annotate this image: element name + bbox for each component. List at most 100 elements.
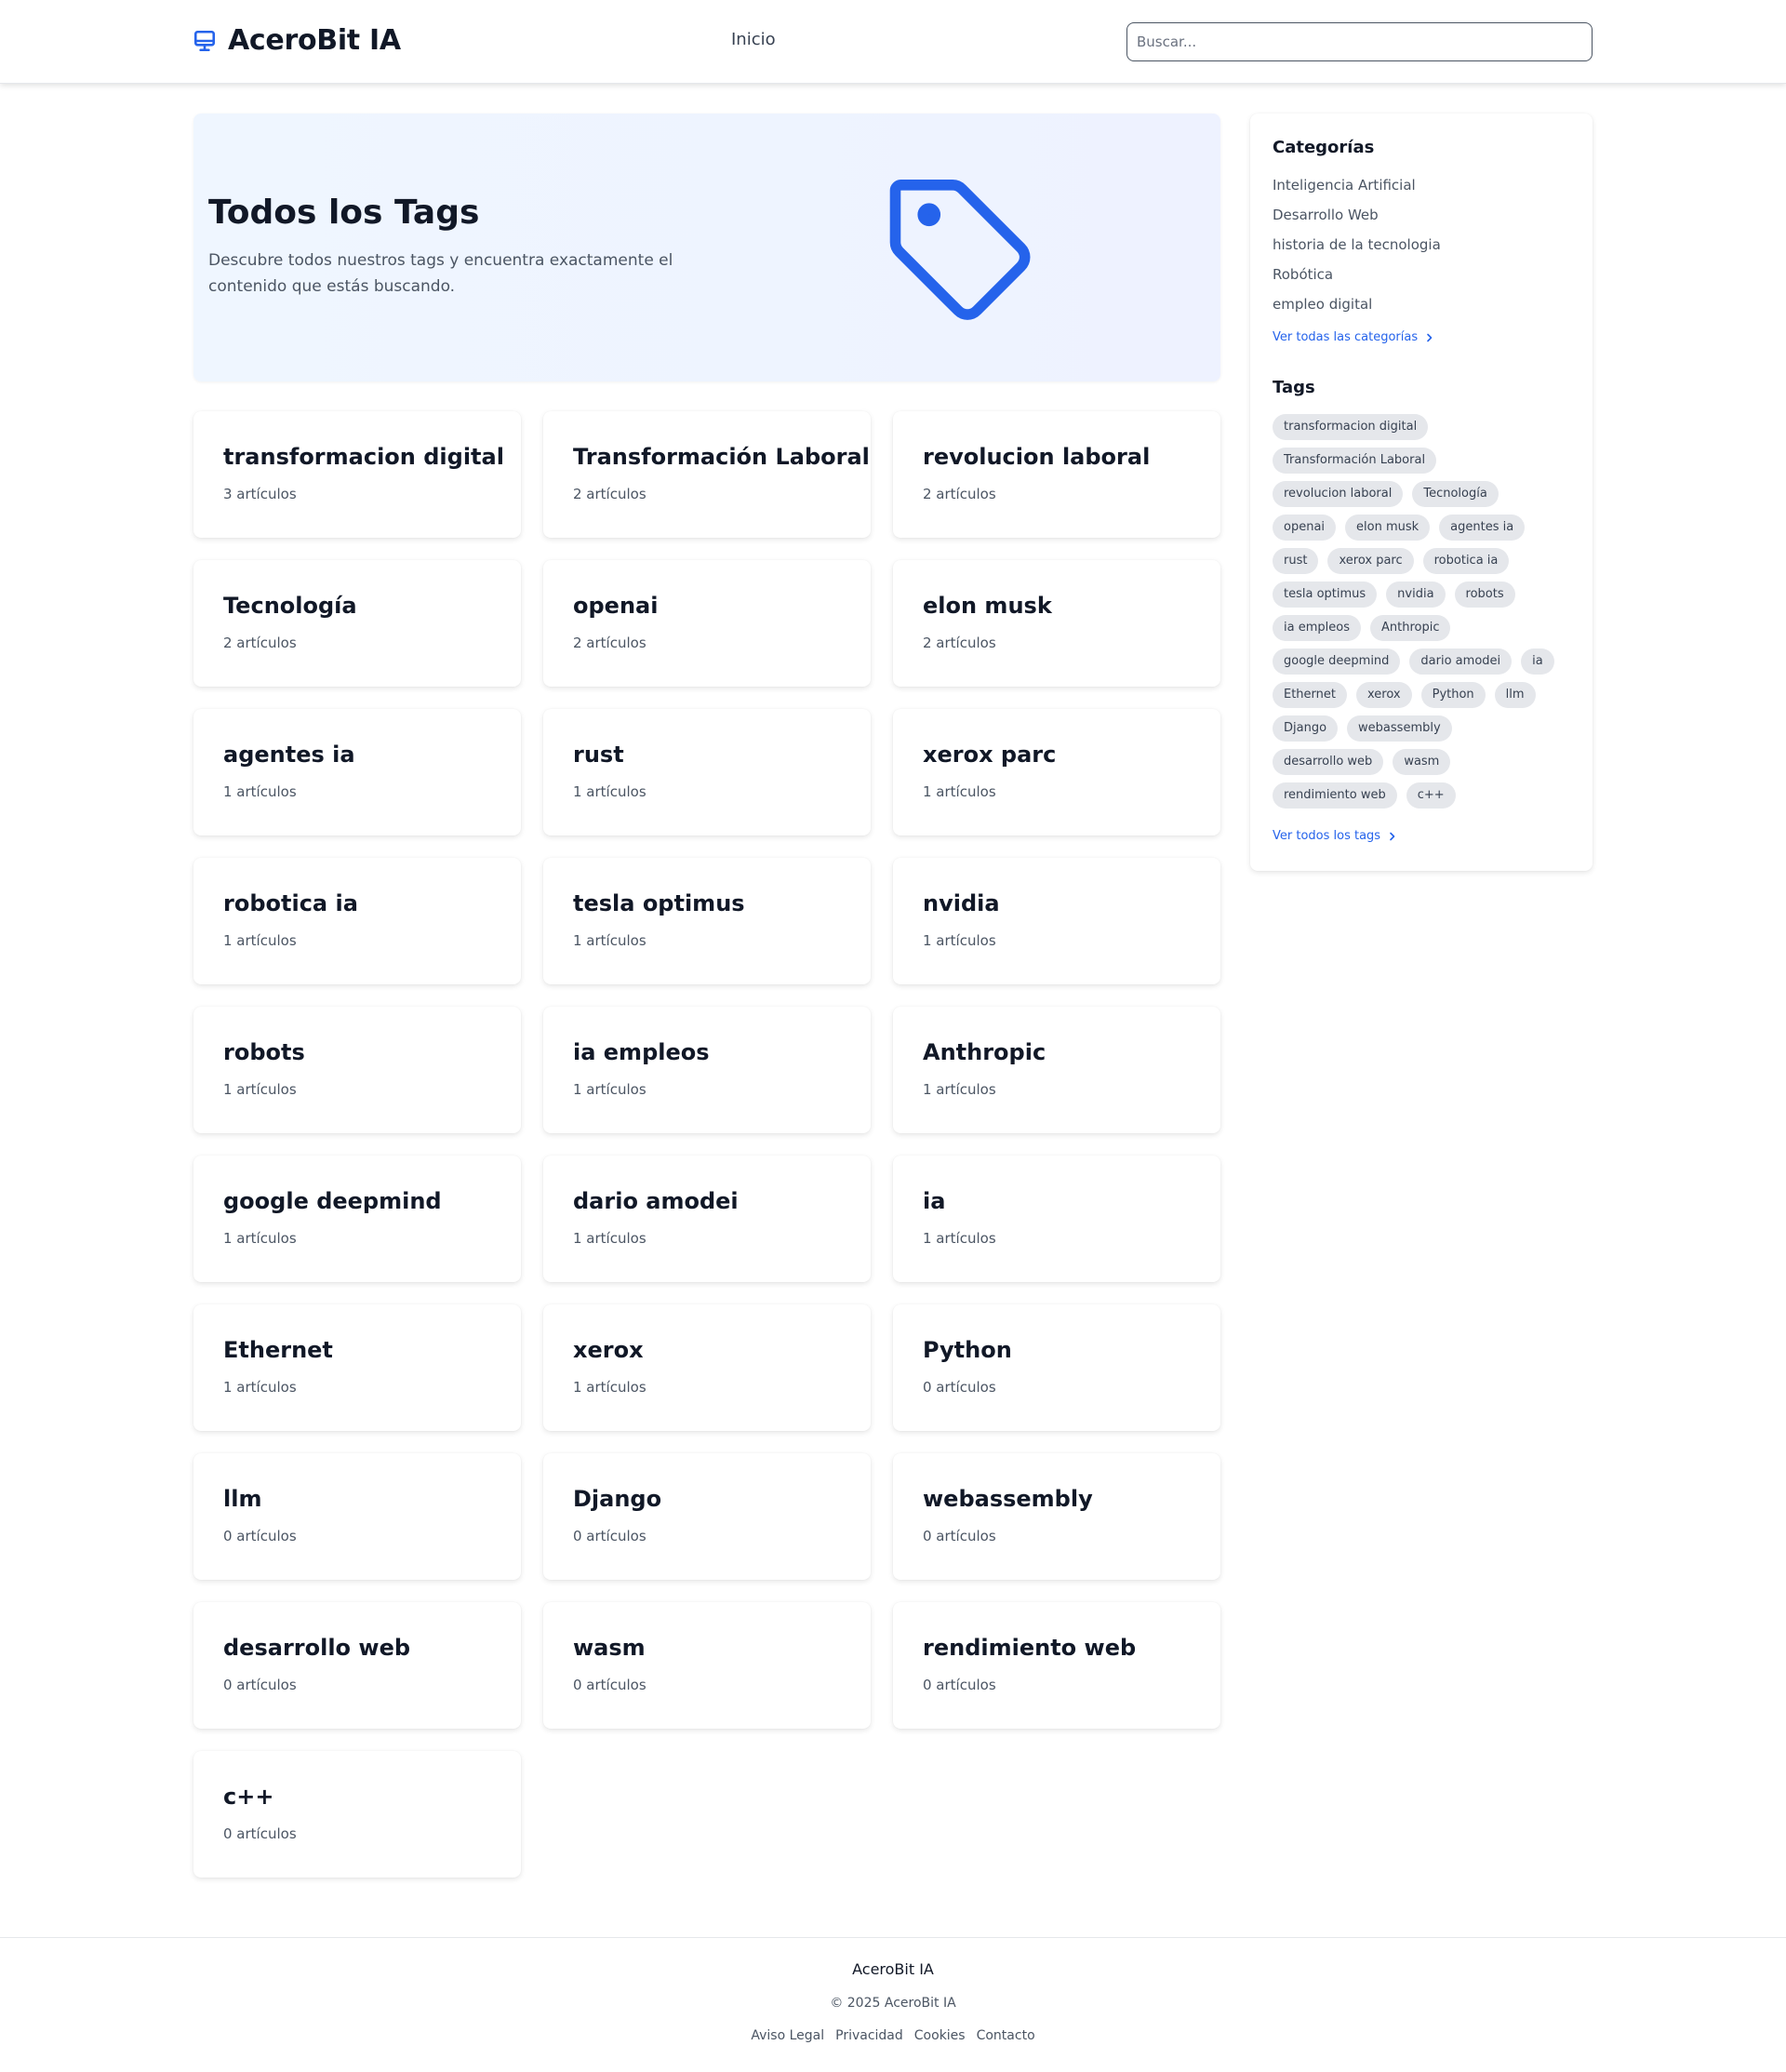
brand-logo-link[interactable]: AceroBit IA [193, 24, 401, 57]
tag-card[interactable]: Ethernet 1 artículos [193, 1304, 521, 1431]
tag-card[interactable]: rust 1 artículos [543, 709, 871, 835]
tag-pill[interactable]: nvidia [1386, 581, 1446, 608]
tag-card-count: 1 artículos [573, 1230, 646, 1247]
tag-card-name: nvidia [923, 890, 1000, 916]
tag-pill[interactable]: robots [1454, 581, 1515, 608]
tag-card-count: 1 artículos [223, 1230, 297, 1247]
tag-pill[interactable]: rust [1273, 548, 1319, 574]
all-tags-link[interactable]: Ver todos los tags [1273, 829, 1397, 843]
tag-card[interactable]: Anthropic 1 artículos [893, 1007, 1220, 1133]
tag-card[interactable]: nvidia 1 artículos [893, 858, 1220, 984]
tag-card[interactable]: elon musk 2 artículos [893, 560, 1220, 687]
tag-pill[interactable]: Django [1273, 715, 1339, 742]
tag-card-name: openai [573, 593, 659, 619]
tag-card[interactable]: Tecnología 2 artículos [193, 560, 521, 687]
tag-card[interactable]: ia 1 artículos [893, 1156, 1220, 1282]
tag-pill[interactable]: ia [1521, 648, 1554, 675]
tag-pill[interactable]: Tecnología [1412, 481, 1499, 507]
tag-card[interactable]: agentes ia 1 artículos [193, 709, 521, 835]
tag-card[interactable]: desarrollo web 0 artículos [193, 1602, 521, 1729]
tag-pill[interactable]: elon musk [1345, 515, 1431, 541]
categories-list: Inteligencia Artificial Desarrollo Web h… [1273, 170, 1570, 319]
tag-pill[interactable]: revolucion laboral [1273, 481, 1404, 507]
tag-card[interactable]: tesla optimus 1 artículos [543, 858, 871, 984]
tag-card[interactable]: xerox parc 1 artículos [893, 709, 1220, 835]
tag-pill[interactable]: robotica ia [1422, 548, 1510, 574]
tag-card-name: tesla optimus [573, 890, 745, 916]
category-item[interactable]: Inteligencia Artificial [1273, 170, 1570, 200]
tag-card-name: dario amodei [573, 1188, 739, 1214]
tag-card[interactable]: llm 0 artículos [193, 1453, 521, 1580]
chevron-right-icon [1390, 832, 1395, 840]
category-item[interactable]: Robótica [1273, 260, 1570, 289]
footer-link-privacy[interactable]: Privacidad [835, 2028, 903, 2043]
category-item[interactable]: Desarrollo Web [1273, 200, 1570, 230]
tag-card[interactable]: rendimiento web 0 artículos [893, 1602, 1220, 1729]
tag-card-name: Ethernet [223, 1337, 333, 1363]
tag-card-name: Transformación Laboral [573, 444, 870, 470]
tag-pill[interactable]: Python [1420, 682, 1486, 708]
tag-card-name: Django [573, 1486, 662, 1512]
tag-card[interactable]: transformacion digital 3 artículos [193, 411, 521, 538]
footer-brand: AceroBit IA [852, 1960, 934, 1978]
tag-card-name: xerox [573, 1337, 644, 1363]
site-footer: AceroBit IA © 2025 AceroBit IA Aviso Leg… [0, 1937, 1786, 2072]
tag-card-count: 0 artículos [223, 1677, 297, 1693]
tag-pill[interactable]: Anthropic [1369, 615, 1451, 641]
tag-card[interactable]: robots 1 artículos [193, 1007, 521, 1133]
tag-card[interactable]: webassembly 0 artículos [893, 1453, 1220, 1580]
category-item[interactable]: empleo digital [1273, 289, 1570, 319]
tag-pill[interactable]: dario amodei [1409, 648, 1513, 675]
tag-card[interactable]: Django 0 artículos [543, 1453, 871, 1580]
tag-card-count: 0 artículos [573, 1528, 646, 1544]
tag-pill[interactable]: ia empleos [1273, 615, 1361, 641]
tag-pill[interactable]: tesla optimus [1273, 581, 1378, 608]
tag-pill[interactable]: webassembly [1347, 715, 1452, 742]
tag-card[interactable]: google deepmind 1 artículos [193, 1156, 521, 1282]
tag-pill[interactable]: wasm [1393, 749, 1451, 775]
tag-card[interactable]: wasm 0 artículos [543, 1602, 871, 1729]
tag-card-count: 0 artículos [923, 1379, 996, 1396]
tag-card[interactable]: c++ 0 artículos [193, 1751, 521, 1878]
tag-card[interactable]: ia empleos 1 artículos [543, 1007, 871, 1133]
tag-card[interactable]: openai 2 artículos [543, 560, 871, 687]
tag-pill[interactable]: llm [1494, 682, 1536, 708]
monitor-icon [193, 30, 216, 51]
tag-pill[interactable]: desarrollo web [1273, 749, 1384, 775]
tag-pill[interactable]: Ethernet [1273, 682, 1347, 708]
tag-pill[interactable]: transformacion digital [1273, 414, 1429, 440]
tag-card-count: 1 artículos [573, 1081, 646, 1098]
tag-card[interactable]: robotica ia 1 artículos [193, 858, 521, 984]
tag-pill[interactable]: c++ [1406, 782, 1456, 809]
tag-card-count: 0 artículos [573, 1677, 646, 1693]
category-item[interactable]: historia de la tecnologia [1273, 230, 1570, 260]
tag-card-name: webassembly [923, 1486, 1093, 1512]
nav-home-link[interactable]: Inicio [731, 30, 776, 49]
tag-pill[interactable]: xerox parc [1327, 548, 1414, 574]
tag-card[interactable]: Transformación Laboral 2 artículos [543, 411, 871, 538]
tag-card[interactable]: xerox 1 artículos [543, 1304, 871, 1431]
tag-card[interactable]: dario amodei 1 artículos [543, 1156, 871, 1282]
tag-pill[interactable]: xerox [1356, 682, 1412, 708]
categories-heading: Categorías [1273, 138, 1375, 157]
tag-pill[interactable]: Transformación Laboral [1273, 448, 1437, 474]
tag-card-name: Anthropic [923, 1039, 1046, 1065]
all-categories-link[interactable]: Ver todas las categorías [1273, 330, 1434, 344]
tag-card-name: Python [923, 1337, 1012, 1363]
tag-card-count: 2 artículos [573, 635, 646, 651]
tag-card[interactable]: revolucion laboral 2 artículos [893, 411, 1220, 538]
brand-name: AceroBit IA [228, 24, 401, 57]
tag-card-name: revolucion laboral [923, 444, 1151, 470]
all-categories-label: Ver todas las categorías [1273, 330, 1419, 344]
footer-link-cookies[interactable]: Cookies [914, 2028, 966, 2043]
search-input[interactable] [1126, 22, 1593, 61]
footer-link-legal[interactable]: Aviso Legal [751, 2028, 824, 2043]
tag-pill[interactable]: rendimiento web [1273, 782, 1397, 809]
footer-link-contact[interactable]: Contacto [977, 2028, 1035, 2043]
tag-pill[interactable]: agentes ia [1439, 515, 1526, 541]
hero-banner: Todos los Tags Descubre todos nuestros t… [193, 114, 1220, 381]
footer-links: Aviso Legal Privacidad Cookies Contacto [0, 2028, 1786, 2043]
tag-pill[interactable]: openai [1273, 515, 1337, 541]
tag-card[interactable]: Python 0 artículos [893, 1304, 1220, 1431]
tag-pill[interactable]: google deepmind [1273, 648, 1401, 675]
